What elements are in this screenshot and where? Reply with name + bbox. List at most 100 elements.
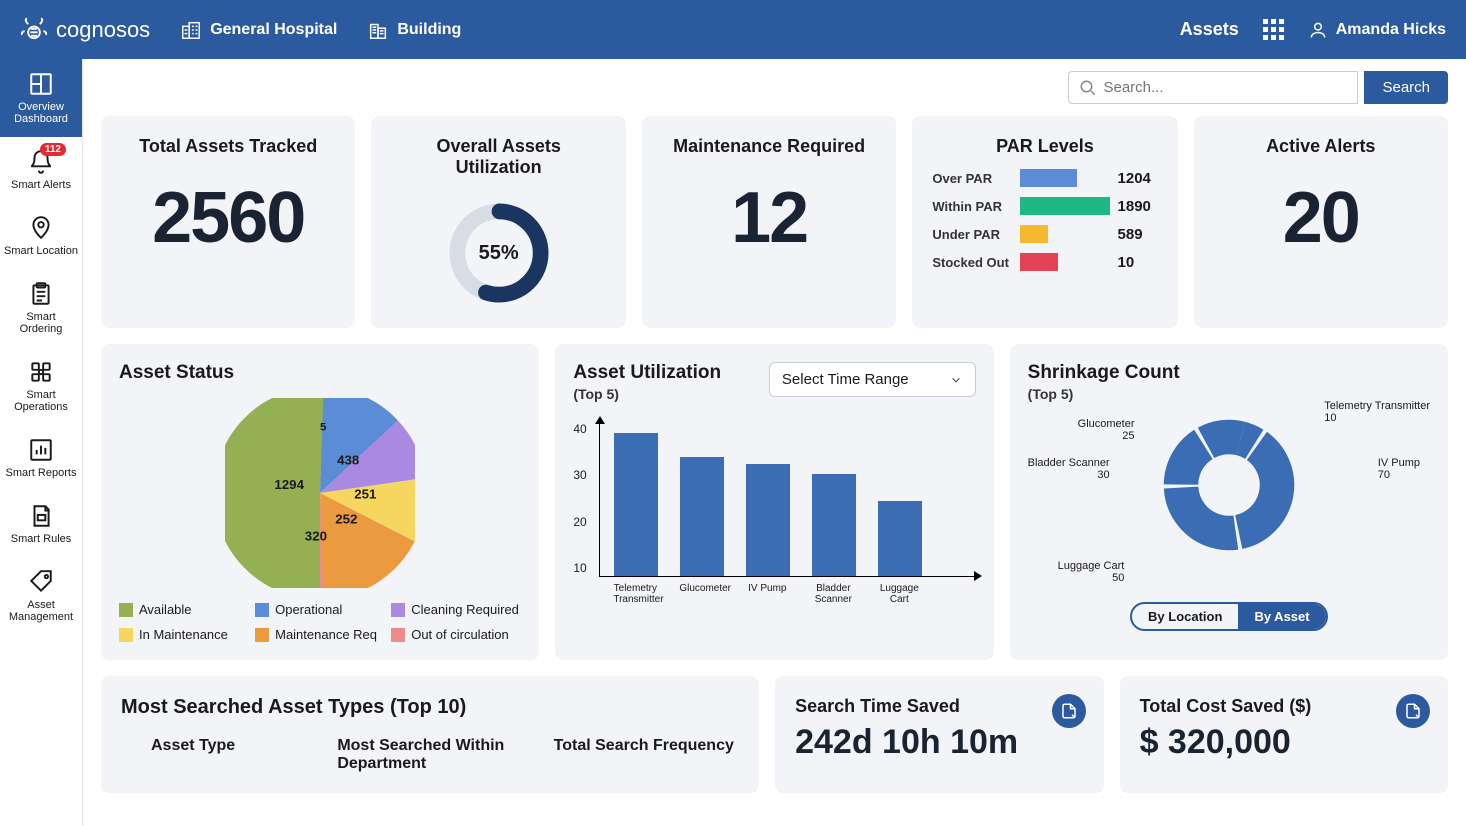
utilization-bar-chart: 40302010 [573,422,975,577]
legend-item: In Maintenance [119,627,249,642]
x-label: Telemetry Transmitter [613,583,657,605]
svg-text:1294: 1294 [275,477,305,492]
svg-text:438: 438 [337,453,359,468]
nav-smart-ordering[interactable]: Smart Ordering [0,269,82,347]
kpi-par-levels: PAR Levels Over PAR1204Within PAR1890Und… [912,116,1177,328]
context-location-label: General Hospital [210,21,337,39]
par-value: 1890 [1118,198,1158,215]
kpi-active-alerts: Active Alerts 20 [1194,116,1448,328]
nav-smart-reports[interactable]: Smart Reports [0,425,82,491]
asset-status-pie: 1294 320 252 251 438 5 [119,384,521,602]
nav-smart-rules[interactable]: Smart Rules [0,491,82,557]
context-location[interactable]: General Hospital [180,19,337,41]
svg-text:320: 320 [305,529,327,544]
legend-label: Operational [275,602,342,617]
nav-smart-location[interactable]: Smart Location [0,203,82,269]
par-value: 589 [1118,226,1158,243]
col-header: Most Searched Within Department [337,737,553,773]
slice-value: 10 [1324,412,1336,424]
card-asset-utilization: Asset Utilization (Top 5) Select Time Ra… [555,344,993,660]
table-header: Asset Type Most Searched Within Departme… [121,737,739,773]
shrinkage-donut: Telemetry Transmitter10 IV Pump70 Luggag… [1028,402,1430,602]
slice-label: Glucometer [1078,418,1135,430]
y-tick: 10 [573,561,586,575]
kpi-title: Overall Assets Utilization [391,136,605,178]
main-content: Search Total Assets Tracked 2560 Overall… [83,59,1466,826]
slice-value: 50 [1112,572,1124,584]
user-menu[interactable]: Amanda Hicks [1308,20,1446,40]
utilization-donut: 55% [444,198,554,308]
toggle-by-location[interactable]: By Location [1132,604,1238,629]
donut-value: 55% [444,198,554,308]
legend-label: Cleaning Required [411,602,519,617]
card-asset-status: Asset Status 1294 320 252 251 438 [101,344,539,660]
nav-label: Smart Location [4,245,78,257]
nav-label: Smart Reports [6,467,77,479]
stat-title: Search Time Saved [795,696,1083,717]
nav-label: Asset Management [4,599,78,623]
x-label: Luggage Cart [877,583,921,605]
nav-smart-alerts[interactable]: 112 Smart Alerts [0,137,82,203]
bottom-row: Most Searched Asset Types (Top 10) Asset… [101,676,1448,793]
asset-status-legend: Available Operational Cleaning Required In … [119,602,521,642]
kpi-title: Maintenance Required [673,136,865,157]
slice-value: 70 [1378,469,1390,481]
chevron-down-icon [949,373,963,387]
x-label: Glucometer [679,583,723,605]
alerts-badge: 112 [40,143,66,156]
slice-label: Bladder Scanner [1028,457,1110,469]
user-icon [1308,20,1328,40]
card-time-saved: Search Time Saved 242d 10h 10m [775,676,1103,793]
bar [746,464,790,576]
kpi-total-tracked: Total Assets Tracked 2560 [101,116,355,328]
nav-label: Smart Alerts [11,179,71,191]
brand-logo[interactable]: cognosos [20,16,150,44]
search-button[interactable]: Search [1364,71,1448,104]
nav-label: Smart Operations [4,389,78,413]
context-building[interactable]: Building [367,19,461,41]
kpi-maintenance: Maintenance Required 12 [642,116,896,328]
toggle-by-asset[interactable]: By Asset [1238,604,1325,629]
bar [878,501,922,576]
legend-label: Available [139,602,192,617]
legend-item: Available [119,602,249,617]
search-bar: Search [83,59,1466,116]
dashboard-icon [28,71,54,97]
nav-assets[interactable]: Assets [1180,19,1239,40]
brand-name: cognosos [56,17,150,43]
search-input[interactable] [1103,79,1347,96]
legend-label: Out of circulation [411,627,509,642]
nav-asset-management[interactable]: Asset Management [0,557,82,635]
kpi-value: 12 [731,177,807,259]
legend-item: Maintenance Req [255,627,385,642]
par-row: Over PAR1204 [932,169,1157,187]
card-most-searched: Most Searched Asset Types (Top 10) Asset… [101,676,759,793]
legend-item: Out of circulation [391,627,521,642]
svg-text:251: 251 [354,487,377,502]
report-icon[interactable] [1396,694,1430,728]
sidebar: Overview Dashboard 112 Smart Alerts Smar… [0,59,83,826]
slice-value: 30 [1097,469,1109,481]
svg-text:5: 5 [320,421,327,433]
search-input-wrap[interactable] [1068,71,1358,104]
par-value: 1204 [1118,170,1158,187]
slice-label: Luggage Cart [1058,560,1125,572]
nav-smart-operations[interactable]: Smart Operations [0,347,82,425]
context-building-label: Building [397,21,461,39]
nav-label: Overview Dashboard [4,101,78,125]
nav-label: Smart Ordering [4,311,78,335]
svg-text:252: 252 [335,511,357,526]
time-range-select[interactable]: Select Time Range [769,362,976,397]
bar [680,457,724,576]
slice-label: Telemetry Transmitter [1324,400,1430,412]
user-name: Amanda Hicks [1336,21,1446,39]
y-tick: 40 [573,422,586,436]
par-label: Within PAR [932,199,1012,214]
charts-row: Asset Status 1294 320 252 251 438 [101,344,1448,660]
stat-value: 242d 10h 10m [795,723,1083,762]
report-icon[interactable] [1052,694,1086,728]
y-tick: 30 [573,468,586,482]
nav-overview-dashboard[interactable]: Overview Dashboard [0,59,82,137]
apps-icon[interactable] [1263,19,1284,40]
rules-icon [28,503,54,529]
